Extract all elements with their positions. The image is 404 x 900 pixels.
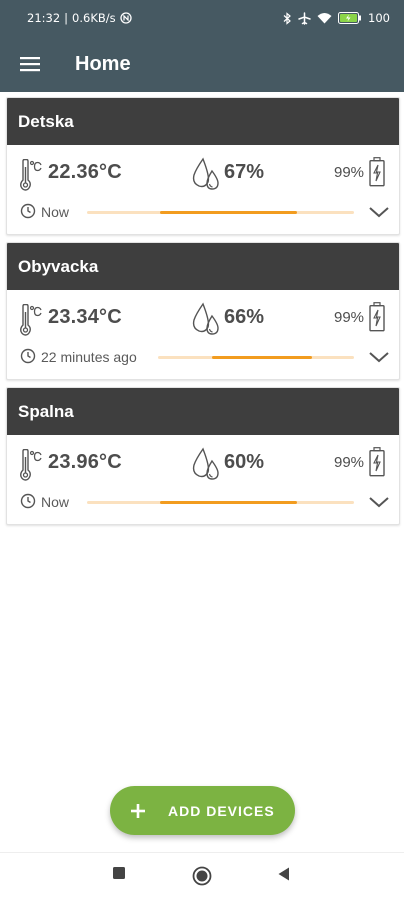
status-bar: 21:32 | 0.6KB/s 100 <box>0 0 404 36</box>
temperature-value: 23.34°C <box>48 306 122 328</box>
device-status-row: Now <box>7 485 399 524</box>
temperature-value: 23.96°C <box>48 451 122 473</box>
thermometer-icon <box>20 304 42 336</box>
device-name: Obyvacka <box>7 243 399 290</box>
humidity-drop-icon <box>192 302 219 335</box>
back-triangle-icon[interactable] <box>278 867 290 881</box>
battery-charging-icon <box>369 302 385 332</box>
humidity-value: 60% <box>224 451 265 473</box>
recents-square-icon[interactable] <box>113 867 125 879</box>
status-time: 21:32 <box>27 11 61 25</box>
device-name: Spalna <box>7 388 399 435</box>
device-readings: 23.34°C 66% 99% <box>7 290 399 340</box>
device-list: Detska 22.36°C 67% 99% Now Obyvacka 23.3… <box>6 97 400 532</box>
battery-charging-icon <box>369 157 385 187</box>
humidity-drop-icon <box>192 157 219 190</box>
clock-icon <box>20 203 36 219</box>
add-devices-button[interactable]: ADD DEVICES <box>110 786 295 835</box>
battery-value: 99% <box>334 454 365 471</box>
humidity-drop-icon <box>192 447 219 480</box>
progress-fill <box>160 211 297 214</box>
thermometer-icon <box>20 159 42 191</box>
system-nav-bar <box>0 852 404 900</box>
device-card[interactable]: Spalna 23.96°C 60% 99% Now <box>6 387 400 525</box>
page-title: Home <box>75 52 131 75</box>
progress-track <box>87 211 354 214</box>
device-card[interactable]: Detska 22.36°C 67% 99% Now <box>6 97 400 235</box>
battery-charging-icon <box>338 12 362 24</box>
wifi-icon <box>317 12 332 24</box>
status-network-speed: 0.6KB/s <box>72 11 116 25</box>
bluetooth-icon <box>283 11 292 25</box>
chevron-down-icon[interactable] <box>367 491 391 513</box>
battery-charging-icon <box>369 447 385 477</box>
nfc-icon <box>119 12 132 24</box>
add-devices-label: ADD DEVICES <box>168 802 275 819</box>
home-circle-icon[interactable] <box>192 866 212 886</box>
progress-track <box>158 356 354 359</box>
last-updated: Now <box>41 494 70 510</box>
device-name: Detska <box>7 98 399 145</box>
humidity-value: 66% <box>224 306 265 328</box>
hamburger-menu-icon <box>20 57 40 72</box>
device-card[interactable]: Obyvacka 23.34°C 66% 99% 22 minutes ago <box>6 242 400 380</box>
progress-fill <box>212 356 312 359</box>
device-status-row: 22 minutes ago <box>7 340 399 379</box>
chevron-down-icon[interactable] <box>367 346 391 368</box>
airplane-icon <box>298 11 311 25</box>
humidity-value: 67% <box>224 161 265 183</box>
clock-icon <box>20 493 36 509</box>
chevron-down-icon[interactable] <box>367 201 391 223</box>
device-readings: 22.36°C 67% 99% <box>7 145 399 195</box>
last-updated: 22 minutes ago <box>41 349 137 365</box>
progress-track <box>87 501 354 504</box>
status-battery-percent: 100 <box>368 11 390 25</box>
status-separator: | <box>64 11 69 25</box>
clock-icon <box>20 348 36 364</box>
thermometer-icon <box>20 449 42 481</box>
progress-fill <box>160 501 297 504</box>
last-updated: Now <box>41 204 70 220</box>
device-status-row: Now <box>7 195 399 234</box>
menu-button[interactable] <box>0 36 60 92</box>
battery-value: 99% <box>334 309 365 326</box>
temperature-value: 22.36°C <box>48 161 122 183</box>
device-readings: 23.96°C 60% 99% <box>7 435 399 485</box>
plus-icon <box>131 803 145 818</box>
battery-value: 99% <box>334 164 365 181</box>
app-bar: Home <box>0 36 404 92</box>
